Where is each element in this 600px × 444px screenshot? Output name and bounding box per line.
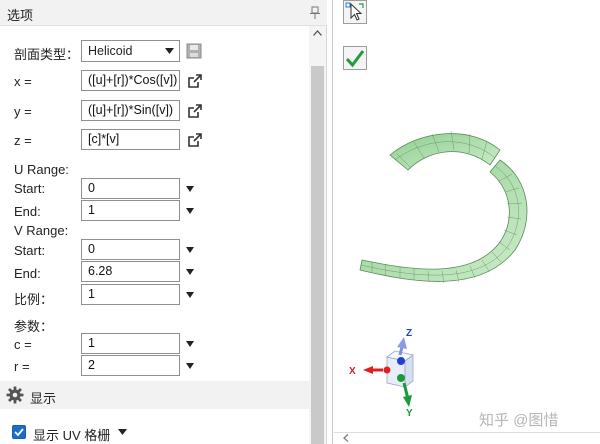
dropdown-arrow-icon[interactable]	[185, 290, 195, 300]
u-end-label: End:	[14, 204, 41, 219]
display-label: 显示	[30, 391, 57, 406]
scroll-left-icon[interactable]	[343, 434, 349, 442]
external-link-icon[interactable]	[187, 103, 203, 119]
profile-type-select[interactable]: Helicoid	[81, 40, 180, 62]
v-range-label: V Range:	[14, 223, 69, 238]
scale-label: 比例：	[14, 292, 54, 307]
u-start-label: Start:	[14, 181, 46, 196]
v-end-label: End:	[14, 266, 41, 281]
confirm-button[interactable]	[343, 46, 367, 70]
dropdown-arrow-icon[interactable]	[185, 361, 195, 371]
x-expression-input[interactable]: ([u]+[r])*Cos([v])	[81, 70, 180, 91]
z-label: z =	[14, 133, 32, 148]
v-start-label: Start:	[14, 243, 46, 258]
options-panel: 选项 剖面类型： Helicoid x = ([u]+[r])*Cos([v])…	[0, 0, 327, 444]
helicoid-surface[interactable]	[350, 120, 540, 310]
watermark: 知乎 @图惜	[479, 412, 559, 429]
pin-icon[interactable]	[309, 6, 321, 20]
params-label: 参数：	[14, 319, 54, 334]
c-input[interactable]: 1	[81, 333, 180, 354]
save-icon[interactable]	[186, 43, 202, 59]
panel-scrollbar[interactable]	[309, 26, 326, 444]
select-tool-button[interactable]	[343, 0, 367, 24]
v-start-input[interactable]: 0	[81, 239, 180, 260]
dropdown-arrow-icon[interactable]	[185, 184, 195, 194]
z-expression-input[interactable]: [c]*[v]	[81, 129, 180, 150]
profile-type-label: 剖面类型：	[14, 47, 80, 62]
checkmark-icon	[345, 50, 365, 68]
r-input[interactable]: 2	[81, 355, 180, 376]
display-section-header[interactable]: 显示	[0, 381, 309, 409]
y-label: y =	[14, 104, 32, 119]
panel-title: 选项	[7, 8, 34, 23]
show-uv-grid-label: 显示 UV 格栅	[33, 428, 111, 443]
dropdown-arrow-icon[interactable]	[185, 206, 195, 216]
u-range-label: U Range:	[14, 162, 69, 177]
scale-input[interactable]: 1	[81, 284, 180, 305]
dropdown-arrow-icon[interactable]	[118, 429, 127, 435]
dropdown-arrow-icon[interactable]	[185, 267, 195, 277]
axis-y-label: Y	[406, 408, 413, 419]
show-uv-grid-checkbox[interactable]	[12, 425, 26, 439]
v-end-input[interactable]: 6.28	[81, 261, 180, 282]
y-expression-input[interactable]: ([u]+[r])*Sin([v])	[81, 100, 180, 121]
r-label: r =	[14, 359, 30, 374]
view-horizontal-scrollbar[interactable]	[334, 432, 600, 444]
scrollbar-thumb[interactable]	[311, 66, 324, 444]
dropdown-arrow-icon[interactable]	[185, 245, 195, 255]
chevron-down-icon	[165, 48, 174, 54]
view-divider[interactable]	[332, 0, 333, 444]
gear-icon	[6, 386, 24, 404]
select-tool-icon	[345, 2, 364, 21]
axis-z-label: Z	[406, 328, 412, 339]
external-link-icon[interactable]	[187, 73, 203, 89]
external-link-icon[interactable]	[187, 132, 203, 148]
axis-x-label: X	[349, 366, 356, 377]
u-start-input[interactable]: 0	[81, 178, 180, 199]
u-end-input[interactable]: 1	[81, 200, 180, 221]
x-label: x =	[14, 74, 32, 89]
c-label: c =	[14, 337, 32, 352]
scroll-up-icon[interactable]	[313, 30, 322, 36]
axis-gizmo[interactable]: Z X Y	[345, 325, 425, 420]
dropdown-arrow-icon[interactable]	[185, 339, 195, 349]
profile-type-value: Helicoid	[88, 44, 133, 58]
panel-header: 选项	[0, 0, 327, 26]
checkmark-icon	[14, 428, 24, 437]
